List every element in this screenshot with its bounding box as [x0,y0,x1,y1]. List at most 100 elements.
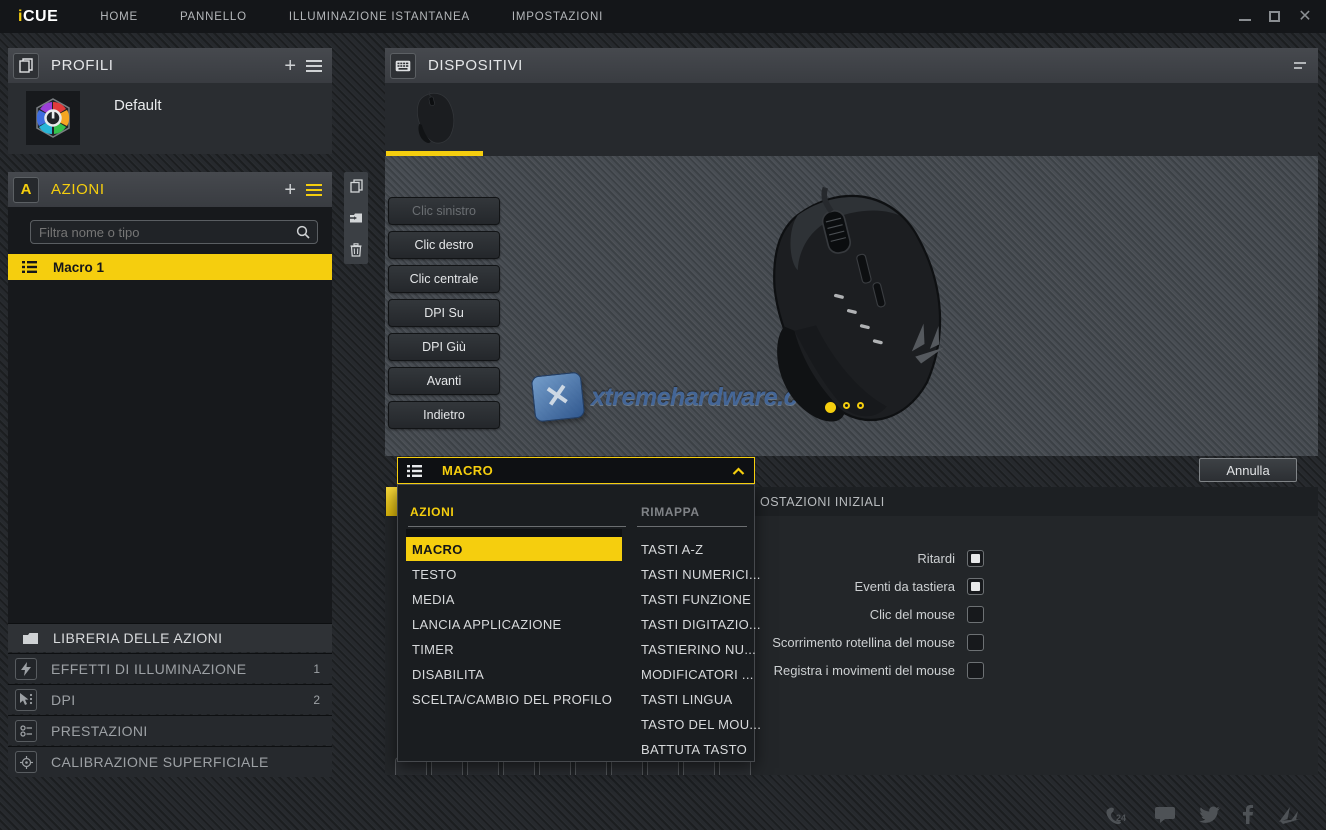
profile-item-default[interactable]: Default [8,83,332,154]
dropdown-rimappa-item-5[interactable]: MODIFICATORI ... [641,667,754,682]
dropdown-azioni-item-0[interactable]: MACRO [406,537,622,561]
profiles-list: Default [8,83,332,154]
dropdown-rimappa-item-6[interactable]: TASTI LINGUA [641,692,732,707]
sidebar-item-label: DPI [51,692,76,708]
add-action-button[interactable]: + [284,180,296,200]
menu-impostazioni[interactable]: IMPOSTAZIONI [512,11,603,23]
title-bar: iCUE HOME PANNELLO ILLUMINAZIONE ISTANTA… [0,0,1326,33]
profiles-title: PROFILI [51,57,114,74]
checkbox-box-0[interactable] [967,550,984,567]
device-image-mouse [740,184,970,429]
checkbox-box-1[interactable] [967,578,984,595]
action-type-dropdown: AZIONI RIMAPPA MACRO TESTO MEDIA LANCIA … [397,484,755,762]
count-badge: 1 [313,662,320,676]
dropdown-rimappa-item-8[interactable]: BATTUTA TASTO [641,742,747,757]
chat-icon[interactable] [1154,806,1176,824]
profiles-icon [13,53,39,79]
mouse-button-0[interactable]: Clic sinistro [388,197,500,225]
dropdown-rimappa-item-3[interactable]: TASTI DIGITAZIO... [641,617,761,632]
main-menu: HOME PANNELLO ILLUMINAZIONE ISTANTANEA I… [100,11,603,23]
dropdown-azioni-item-4[interactable]: TIMER [412,642,454,657]
initial-settings-title: OSTAZIONI INIZIALI [760,495,885,509]
support-24-icon[interactable]: 24 [1105,806,1131,824]
devices-header: DISPOSITIVI [385,48,1318,83]
actions-mini-toolbar [344,172,368,264]
sidebar-item-dpi[interactable]: DPI 2 [8,684,332,714]
count-badge: 2 [313,693,320,707]
dropdown-azioni-item-6[interactable]: SCELTA/CAMBIO DEL PROFILO [412,692,612,707]
device-tab-mouse[interactable] [407,90,463,146]
cancel-button[interactable]: Annulla [1199,458,1297,482]
actions-icon: A [13,177,39,203]
checkbox-box-2[interactable] [967,606,984,623]
window-controls: ✕ [1239,0,1312,33]
sidebar-item-calibrazione-superficiale[interactable]: CALIBRAZIONE SUPERFICIALE [8,746,332,777]
dropdown-rimappa-item-4[interactable]: TASTIERINO NU... [641,642,756,657]
sidebar-item-effetti-di-illuminazione[interactable]: EFFETTI DI ILLUMINAZIONE 1 [8,653,332,683]
devices-options-icon[interactable] [1292,61,1308,71]
icue-window: iCUE HOME PANNELLO ILLUMINAZIONE ISTANTA… [0,0,1326,830]
sidebar-item-label: CALIBRAZIONE SUPERFICIALE [51,754,269,770]
mouse-button-3[interactable]: DPI Su [388,299,500,327]
search-icon [296,225,310,239]
macro-header-sliver [386,487,397,516]
mouse-button-5[interactable]: Avanti [388,367,500,395]
lightning-icon [15,658,37,680]
mouse-button-6[interactable]: Indietro [388,401,500,429]
close-button[interactable]: ✕ [1298,10,1312,24]
checkbox-box-3[interactable] [967,634,984,651]
action-filter[interactable] [30,220,318,244]
import-icon[interactable] [349,212,363,224]
minimize-button[interactable] [1239,12,1251,21]
dropdown-azioni-item-5[interactable]: DISABILITA [412,667,484,682]
page-dot-3[interactable] [857,402,864,409]
facebook-icon[interactable] [1243,805,1253,824]
sidebar-item-prestazioni[interactable]: PRESTAZIONI [8,715,332,745]
action-filter-input[interactable] [31,225,296,240]
dropdown-azioni-item-2[interactable]: MEDIA [412,592,455,607]
mouse-button-2[interactable]: Clic centrale [388,265,500,293]
svg-text:24: 24 [1116,813,1126,823]
actions-header: A AZIONI + [8,172,332,207]
corsair-logo-icon[interactable] [1276,806,1302,824]
mouse-button-4[interactable]: DPI Giù [388,333,500,361]
dropdown-azioni-item-1[interactable]: TESTO [412,567,457,582]
sidebar-item-label: LIBRERIA DELLE AZIONI [53,630,222,646]
add-profile-button[interactable]: + [284,56,296,76]
divider [408,526,626,527]
dropdown-azioni-item-3[interactable]: LANCIA APPLICAZIONE [412,617,561,632]
macro-list-icon [407,465,422,477]
action-item-macro1[interactable]: Macro 1 [8,254,332,280]
device-tabstrip [385,83,1318,156]
profiles-menu-button[interactable] [306,57,322,75]
dropdown-rimappa-item-2[interactable]: TASTI FUNZIONE [641,592,751,607]
dropdown-rimappa-item-1[interactable]: TASTI NUMERICI... [641,567,761,582]
menu-home[interactable]: HOME [100,11,138,23]
icue-logo: iCUE [18,8,58,26]
profiles-header: PROFILI + [8,48,332,83]
page-dot-1[interactable] [825,402,836,413]
dropdown-rimappa-item-0[interactable]: TASTI A-Z [641,542,703,557]
twitter-icon[interactable] [1199,806,1220,823]
action-item-label: Macro 1 [53,260,104,275]
dropdown-rimappa-item-7[interactable]: TASTO DEL MOU... [641,717,761,732]
folder-icon [22,632,39,645]
menu-pannello[interactable]: PANNELLO [180,11,247,23]
page-dot-2[interactable] [843,402,850,409]
duplicate-icon[interactable] [350,179,363,193]
trash-icon[interactable] [350,243,362,257]
action-type-value: MACRO [442,463,493,478]
maximize-button[interactable] [1269,11,1280,22]
profile-name: Default [114,97,162,114]
sidebar-item-libreria-delle-azioni[interactable]: LIBRERIA DELLE AZIONI [8,623,332,652]
macro-list-icon [22,261,37,273]
device-view: Clic sinistro Clic destro Clic centrale … [385,156,1318,456]
actions-menu-button[interactable] [306,181,322,199]
target-icon [15,751,37,773]
actions-list: Macro 1 [8,207,332,623]
sidebar-item-label: PRESTAZIONI [51,723,148,739]
checkbox-box-4[interactable] [967,662,984,679]
menu-illuminazione-istantanea[interactable]: ILLUMINAZIONE ISTANTANEA [289,11,470,23]
action-type-select[interactable]: MACRO [397,457,755,484]
mouse-button-1[interactable]: Clic destro [388,231,500,259]
